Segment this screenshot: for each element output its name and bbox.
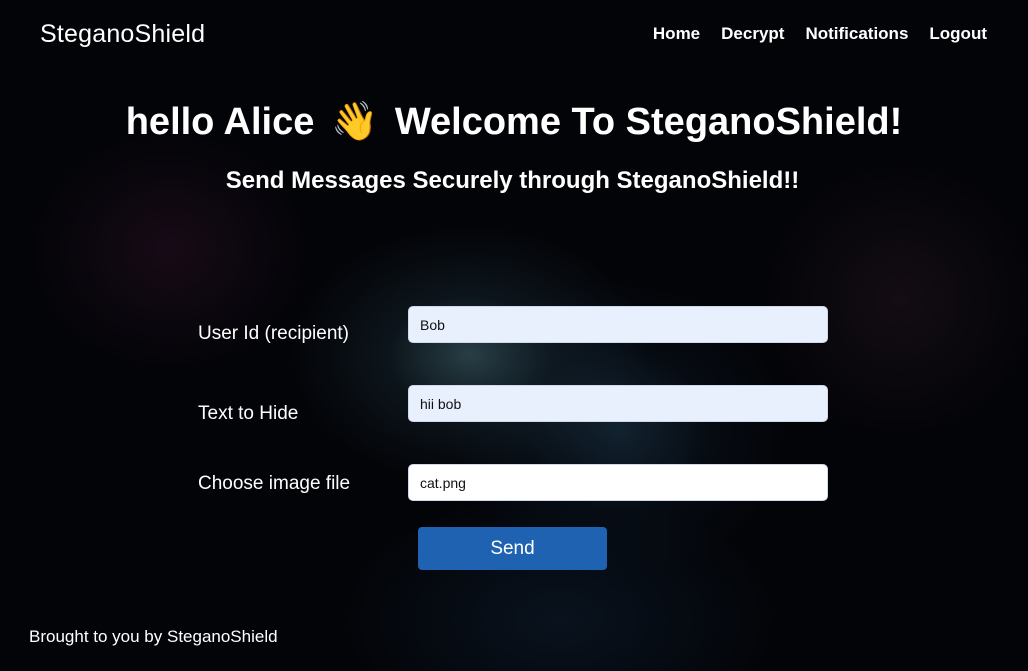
nav-notifications-link[interactable]: Notifications — [805, 24, 908, 44]
welcome-heading: hello Alice 👋 Welcome To SteganoShield! — [0, 100, 1028, 144]
waving-hand-icon: 👋 — [330, 101, 379, 143]
recipient-input[interactable] — [408, 306, 828, 343]
send-button[interactable]: Send — [418, 527, 607, 570]
selected-file-name: cat.png — [420, 474, 466, 491]
nav-home-link[interactable]: Home — [653, 24, 700, 44]
nav-logout-link[interactable]: Logout — [929, 24, 987, 44]
welcome-text: Welcome To SteganoShield! — [394, 101, 903, 143]
recipient-label: User Id (recipient) — [198, 323, 349, 344]
image-file-label: Choose image file — [198, 473, 351, 494]
image-file-input[interactable]: cat.png — [408, 464, 828, 501]
text-to-hide-input[interactable] — [408, 385, 828, 422]
page-subtitle: Send Messages Securely through SteganoSh… — [225, 167, 800, 194]
top-nav: Home Decrypt Notifications Logout — [653, 24, 987, 44]
brand-logo-text[interactable]: SteganoShield — [40, 20, 205, 49]
nav-decrypt-link[interactable]: Decrypt — [721, 24, 784, 44]
greeting-text: hello Alice — [125, 101, 315, 143]
text-to-hide-label: Text to Hide — [198, 403, 299, 424]
footer-text: Brought to you by SteganoShield — [29, 627, 278, 646]
